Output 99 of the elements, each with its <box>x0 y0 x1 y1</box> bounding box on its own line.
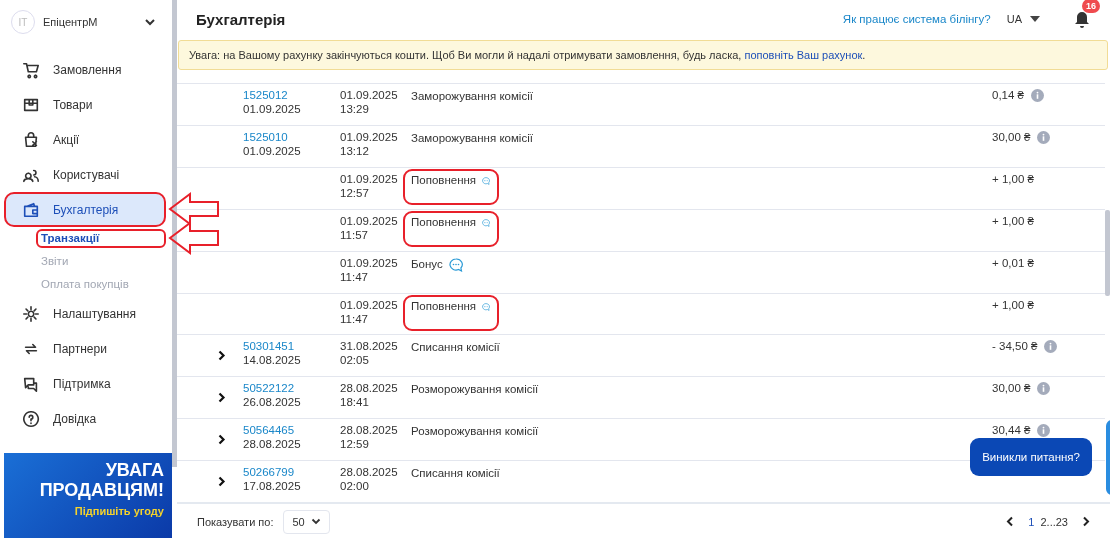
shopping-bag-icon <box>22 130 40 149</box>
transaction-type: Заморожування комісії <box>411 131 533 144</box>
nav-item[interactable]: Замовлення <box>4 52 166 87</box>
order-date: 01.09.2025 <box>243 144 302 157</box>
nav-item[interactable]: Користувачі <box>4 157 166 192</box>
amount: 0,14 ₴ <box>992 89 1024 101</box>
warning-text: Увага: на Вашому рахунку закінчуються кошти. Щоб Ви могли й надалі отримувати замовлення, будь ласка, поповніть Ваш рахунок. <box>189 49 866 61</box>
transaction-time: 12:59 <box>340 438 370 451</box>
expand-chevron-icon[interactable] <box>218 434 226 446</box>
transaction-time: 18:41 <box>340 396 370 409</box>
transaction-type: Поповнення <box>411 173 477 186</box>
order-link[interactable]: 50266799 <box>243 466 340 479</box>
transaction-time: 11:47 <box>340 270 369 283</box>
nav-item[interactable]: Товари <box>4 87 166 122</box>
notification-badge: 16 <box>1082 0 1100 13</box>
nav-item[interactable]: Підтримка <box>4 366 166 401</box>
account-name: ЕпіцентрМ <box>43 16 99 28</box>
expand-chevron-icon[interactable] <box>218 476 226 488</box>
nav-item[interactable]: Налаштування <box>4 296 166 331</box>
amount: + 1,00 ₴ <box>992 298 1034 311</box>
order-date: 01.09.2025 <box>243 103 302 115</box>
comment-icon[interactable] <box>448 257 463 272</box>
transaction-date: 28.08.2025 <box>340 382 399 395</box>
info-icon[interactable] <box>1037 424 1051 438</box>
amount: + 1,00 ₴ <box>992 214 1034 227</box>
transaction-date: 01.09.2025 <box>340 214 399 227</box>
transaction-type: Поповнення <box>411 299 477 312</box>
billing-help-link[interactable]: Як працює система білінгу? <box>842 13 991 25</box>
cart-icon <box>22 60 40 79</box>
page-size-label: Показувати по: <box>197 515 274 528</box>
help-icon <box>22 409 40 428</box>
expand-chevron-icon[interactable] <box>218 392 226 404</box>
transaction-date: 01.09.2025 <box>340 89 399 101</box>
transaction-type: Списання комісії <box>411 341 500 354</box>
nav-item[interactable]: Партнери <box>4 331 166 366</box>
chevron-down-icon[interactable] <box>144 18 156 26</box>
amount: + 0,01 ₴ <box>992 256 1034 269</box>
previous-page-icon[interactable] <box>1006 516 1015 527</box>
page-link[interactable]: 2...23 <box>1040 515 1068 528</box>
help-chat-button[interactable]: Виникли питання? <box>970 438 1092 476</box>
transaction-time: 11:57 <box>340 228 369 241</box>
info-icon[interactable] <box>1037 382 1051 396</box>
transaction-type: Бонус <box>411 257 443 270</box>
scrollbar-thumb[interactable] <box>1105 210 1110 296</box>
nav-item[interactable]: Акції <box>4 122 166 157</box>
transaction-type: Заморожування комісії <box>411 90 533 102</box>
wallet-icon <box>22 200 40 219</box>
transaction-type: Поповнення <box>411 215 477 228</box>
page-title: Бухгалтерія <box>196 10 287 28</box>
bell-icon[interactable] <box>1074 10 1090 28</box>
transaction-type: Розморожування комісії <box>411 425 539 438</box>
language-select[interactable]: UA <box>1006 13 1040 25</box>
chevron-down-icon <box>310 518 321 525</box>
transaction-time: 02:05 <box>340 354 370 367</box>
transaction-time: 13:12 <box>340 144 370 157</box>
transaction-time: 12:57 <box>340 186 370 199</box>
nav-item[interactable]: Бухгалтерія <box>4 192 166 227</box>
transaction-date: 28.08.2025 <box>340 424 399 437</box>
pointer-arrow-icon <box>168 221 220 255</box>
caret-icon <box>1030 16 1040 22</box>
promo-title: УВАГА ПРОДАВЦЯМ! <box>38 461 164 501</box>
settings-icon <box>22 304 40 323</box>
expand-chevron-icon[interactable] <box>218 350 226 362</box>
order-date: 14.08.2025 <box>243 354 302 367</box>
transaction-date: 01.09.2025 <box>340 130 399 143</box>
order-link[interactable]: 1525012 <box>243 89 340 101</box>
transaction-time: 11:47 <box>340 312 369 325</box>
next-page-icon[interactable] <box>1082 516 1090 527</box>
order-link[interactable]: 50522122 <box>243 382 340 395</box>
transaction-date: 01.09.2025 <box>340 256 399 269</box>
transaction-time: 13:29 <box>340 103 370 115</box>
info-icon[interactable] <box>1037 130 1051 144</box>
transaction-date: 01.09.2025 <box>340 172 399 185</box>
transaction-date: 28.08.2025 <box>340 466 399 479</box>
transaction-type: Розморожування комісії <box>411 383 539 396</box>
transaction-date: 31.08.2025 <box>340 340 399 353</box>
transaction-time: 02:00 <box>340 480 370 493</box>
amount: 30,44 ₴ <box>992 424 1031 437</box>
order-link[interactable]: 1525010 <box>243 130 340 143</box>
transaction-type: Списання комісії <box>411 467 500 480</box>
submenu-item[interactable]: Транзакції <box>36 229 166 248</box>
info-icon[interactable] <box>1044 340 1058 354</box>
page-size-select[interactable]: 50 <box>283 509 330 534</box>
order-link[interactable]: 50564465 <box>243 424 340 437</box>
order-date: 17.08.2025 <box>243 480 302 493</box>
order-date: 26.08.2025 <box>243 396 302 409</box>
order-date: 28.08.2025 <box>243 438 302 451</box>
amount: 30,00 ₴ <box>992 130 1031 143</box>
amount: 30,00 ₴ <box>992 382 1031 395</box>
promo-subtitle: Підпишіть угоду <box>74 504 164 517</box>
transaction-date: 01.09.2025 <box>340 298 399 311</box>
pointer-arrow-icon <box>168 192 220 226</box>
order-link[interactable]: 50301451 <box>243 340 340 353</box>
nav-item[interactable]: Довідка <box>4 401 166 436</box>
amount: - 34,50 ₴ <box>992 340 1038 353</box>
amount: + 1,00 ₴ <box>992 172 1034 185</box>
page-link[interactable]: 1 <box>1028 515 1035 528</box>
promo-banner[interactable]: УВАГА ПРОДАВЦЯМ! Підпишіть угоду <box>4 453 172 538</box>
info-icon[interactable] <box>1031 89 1044 102</box>
